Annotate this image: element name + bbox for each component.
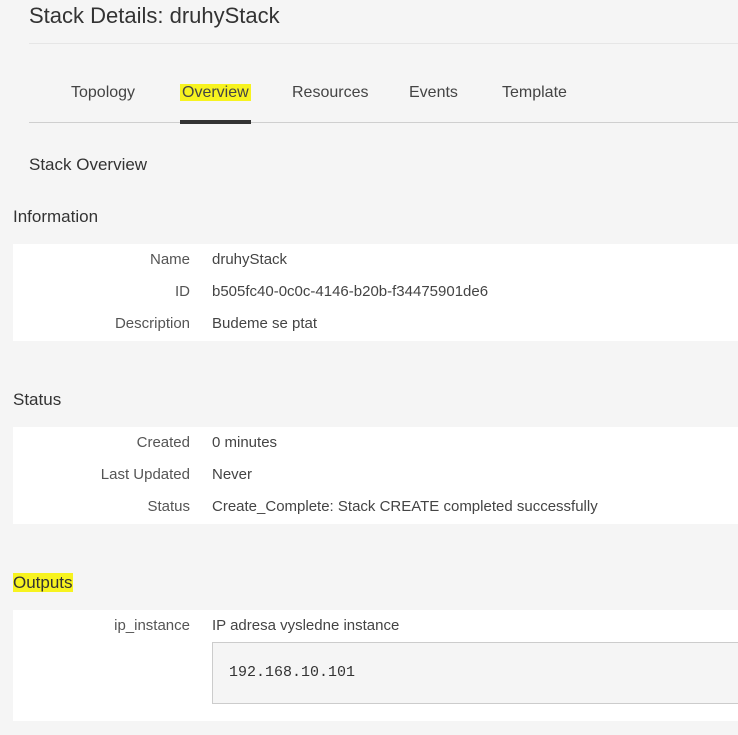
status-panel: Created 0 minutes Last Updated Never Sta… (13, 427, 738, 524)
info-row-id: ID b505fc40-0c0c-4146-b20b-f34475901de6 (13, 280, 738, 304)
info-name-value: druhyStack (212, 251, 288, 268)
information-panel: Name druhyStack ID b505fc40-0c0c-4146-b2… (13, 244, 738, 341)
info-id-label: ID (175, 283, 190, 300)
output-row-ip-instance: ip_instance IP adresa vysledne instance (13, 614, 738, 638)
status-created-value: 0 minutes (212, 434, 278, 451)
page-title: Stack Details: druhyStack (29, 3, 280, 28)
tab-topology[interactable]: Topology (71, 82, 135, 104)
tab-resources[interactable]: Resources (292, 82, 368, 104)
info-row-name: Name druhyStack (13, 248, 738, 272)
tab-topology-label: Topology (71, 84, 136, 101)
info-id-value: b505fc40-0c0c-4146-b20b-f34475901de6 (212, 283, 489, 300)
info-row-description: Description Budeme se ptat (13, 312, 738, 336)
status-status-value: Create_Complete: Stack CREATE completed … (212, 498, 598, 515)
status-row-created: Created 0 minutes (13, 431, 738, 455)
output-description: IP adresa vysledne instance (212, 617, 400, 634)
status-heading: Status (13, 390, 62, 409)
status-status-label: Status (147, 498, 190, 515)
info-description-label: Description (114, 315, 190, 332)
status-last-updated-label: Last Updated (100, 466, 190, 483)
output-value-box[interactable]: 192.168.10.101 (212, 642, 738, 704)
tab-events[interactable]: Events (409, 82, 458, 104)
output-key-label: ip_instance (114, 617, 190, 634)
outputs-panel: ip_instance IP adresa vysledne instance … (13, 610, 738, 721)
status-row-last-updated: Last Updated Never (13, 463, 738, 487)
tab-bar: Topology Overview Resources Events Templ… (29, 74, 738, 124)
info-name-label: Name (149, 251, 190, 268)
information-heading: Information (13, 207, 99, 226)
status-last-updated-value: Never (212, 466, 253, 483)
title-divider (29, 43, 738, 44)
tab-template-label: Template (502, 84, 567, 101)
tab-overview[interactable]: Overview (180, 82, 251, 124)
tab-overview-label: Overview (180, 84, 251, 101)
tab-template[interactable]: Template (502, 82, 567, 104)
status-created-label: Created (136, 434, 190, 451)
stack-overview-heading: Stack Overview (29, 155, 148, 174)
output-value: 192.168.10.101 (229, 664, 356, 681)
tab-resources-label: Resources (292, 84, 369, 101)
info-description-value: Budeme se ptat (212, 315, 318, 332)
status-row-status: Status Create_Complete: Stack CREATE com… (13, 495, 738, 519)
tab-events-label: Events (409, 84, 458, 101)
outputs-heading-text: Outputs (13, 573, 73, 592)
outputs-heading: Outputs (13, 572, 73, 594)
